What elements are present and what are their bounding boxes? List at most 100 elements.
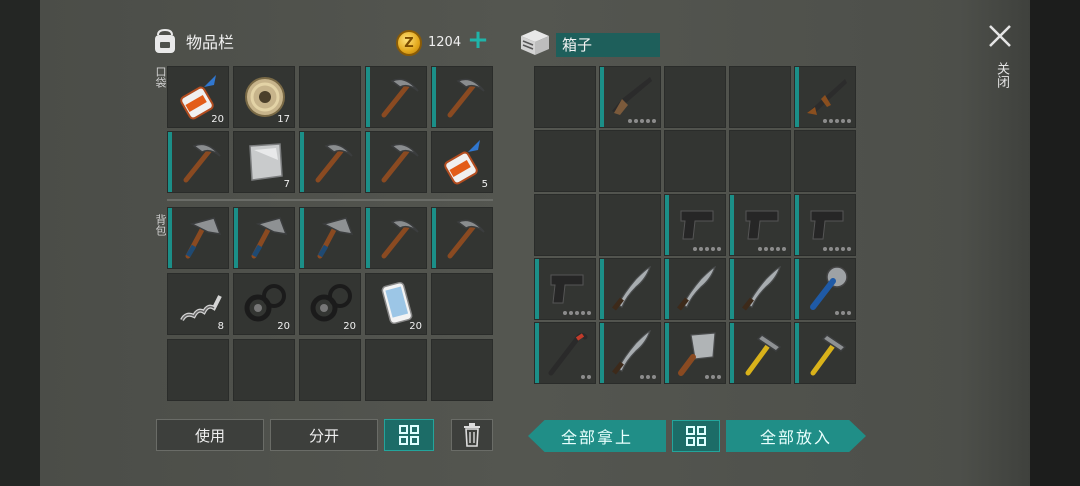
- take-all-button[interactable]: 全部拿上: [528, 420, 666, 452]
- durability-dot: [634, 119, 638, 123]
- pickaxe-icon: [447, 219, 485, 259]
- empty-slot[interactable]: [534, 194, 596, 256]
- item-slot[interactable]: [233, 207, 295, 269]
- split-button[interactable]: 分开: [270, 419, 378, 451]
- pickaxe-icon: [447, 78, 485, 118]
- close-icon[interactable]: [986, 22, 1014, 50]
- pistol-icon: [745, 210, 779, 240]
- put-all-button[interactable]: 全部放入: [726, 420, 866, 452]
- box-sort-grid-button[interactable]: [672, 420, 720, 452]
- empty-slot[interactable]: [299, 339, 361, 401]
- item-quantity: 8: [217, 321, 224, 332]
- pickaxe-icon: [183, 143, 221, 183]
- item-slot[interactable]: [729, 322, 791, 384]
- item-slot[interactable]: [365, 66, 427, 128]
- durability-dots: [835, 311, 851, 315]
- machete-icon: [742, 265, 782, 311]
- item-slot[interactable]: 20: [299, 273, 361, 335]
- item-slot[interactable]: [599, 322, 661, 384]
- empty-slot[interactable]: [233, 339, 295, 401]
- item-quantity: 7: [283, 179, 290, 190]
- grid-icon: [399, 425, 419, 445]
- item-slot[interactable]: [664, 258, 726, 320]
- trash-button[interactable]: [451, 419, 493, 451]
- grid-icon: [686, 426, 706, 446]
- item-slot[interactable]: [664, 322, 726, 384]
- empty-slot[interactable]: [167, 339, 229, 401]
- empty-slot[interactable]: [431, 339, 493, 401]
- trash-icon: [464, 423, 480, 447]
- empty-slot[interactable]: [599, 194, 661, 256]
- empty-slot[interactable]: [365, 339, 427, 401]
- durability-dots: [640, 375, 656, 379]
- use-button[interactable]: 使用: [156, 419, 264, 451]
- empty-slot[interactable]: [664, 66, 726, 128]
- empty-slot[interactable]: [794, 130, 856, 192]
- durability-dot: [841, 119, 845, 123]
- sort-grid-button[interactable]: [384, 419, 434, 451]
- durability-dot: [835, 119, 839, 123]
- metal-sheet-icon: [249, 143, 283, 181]
- item-slot[interactable]: [431, 66, 493, 128]
- durability-dot: [717, 375, 721, 379]
- pistol-icon: [810, 210, 844, 240]
- item-slot[interactable]: [431, 207, 493, 269]
- item-slot[interactable]: 20: [167, 66, 229, 128]
- hammer-icon: [745, 334, 782, 376]
- durability-dot: [646, 375, 650, 379]
- durability-dot: [711, 375, 715, 379]
- item-slot[interactable]: 20: [365, 273, 427, 335]
- durability-dots: [758, 247, 786, 251]
- item-slot[interactable]: 20: [233, 273, 295, 335]
- empty-slot[interactable]: [431, 273, 493, 335]
- item-slot[interactable]: [664, 194, 726, 256]
- item-slot[interactable]: [167, 207, 229, 269]
- item-slot[interactable]: [794, 194, 856, 256]
- item-slot[interactable]: [365, 207, 427, 269]
- item-slot[interactable]: [599, 258, 661, 320]
- empty-slot[interactable]: [729, 66, 791, 128]
- empty-slot[interactable]: [664, 130, 726, 192]
- machete-icon: [612, 329, 652, 375]
- item-slot[interactable]: 7: [233, 131, 295, 193]
- item-slot[interactable]: 8: [167, 273, 229, 335]
- add-coins-button[interactable]: +: [466, 27, 490, 53]
- item-slot[interactable]: [534, 258, 596, 320]
- durability-dot: [823, 119, 827, 123]
- empty-slot[interactable]: [729, 130, 791, 192]
- item-slot[interactable]: 5: [431, 131, 493, 193]
- box-icon: [521, 30, 549, 55]
- durability-dot: [563, 311, 567, 315]
- durability-dot: [717, 247, 721, 251]
- empty-slot[interactable]: [534, 130, 596, 192]
- empty-slot[interactable]: [599, 130, 661, 192]
- item-slot[interactable]: [729, 194, 791, 256]
- durability-dots: [581, 375, 591, 379]
- item-slot[interactable]: [794, 258, 856, 320]
- item-slot[interactable]: [299, 131, 361, 193]
- box-title[interactable]: 箱子: [556, 33, 660, 57]
- durability-dot: [847, 119, 851, 123]
- item-slot[interactable]: [365, 131, 427, 193]
- empty-slot[interactable]: [534, 66, 596, 128]
- item-slot[interactable]: [599, 66, 661, 128]
- item-slot[interactable]: [794, 66, 856, 128]
- durability-dot: [628, 119, 632, 123]
- backpack-icon: [155, 28, 175, 53]
- durability-dot: [776, 247, 780, 251]
- item-slot[interactable]: [729, 258, 791, 320]
- empty-slot[interactable]: [299, 66, 361, 128]
- backpack-label: 背包: [154, 214, 167, 236]
- item-slot[interactable]: [167, 131, 229, 193]
- item-slot[interactable]: 17: [233, 66, 295, 128]
- durability-dot: [652, 375, 656, 379]
- pistol-icon: [680, 210, 714, 240]
- item-slot[interactable]: [299, 207, 361, 269]
- durability-dots: [823, 247, 851, 251]
- durability-dots: [823, 119, 851, 123]
- close-label[interactable]: 关闭: [992, 62, 1011, 88]
- item-slot[interactable]: [534, 322, 596, 384]
- pickaxe-icon: [315, 143, 353, 183]
- item-slot[interactable]: [794, 322, 856, 384]
- durability-dot: [841, 311, 845, 315]
